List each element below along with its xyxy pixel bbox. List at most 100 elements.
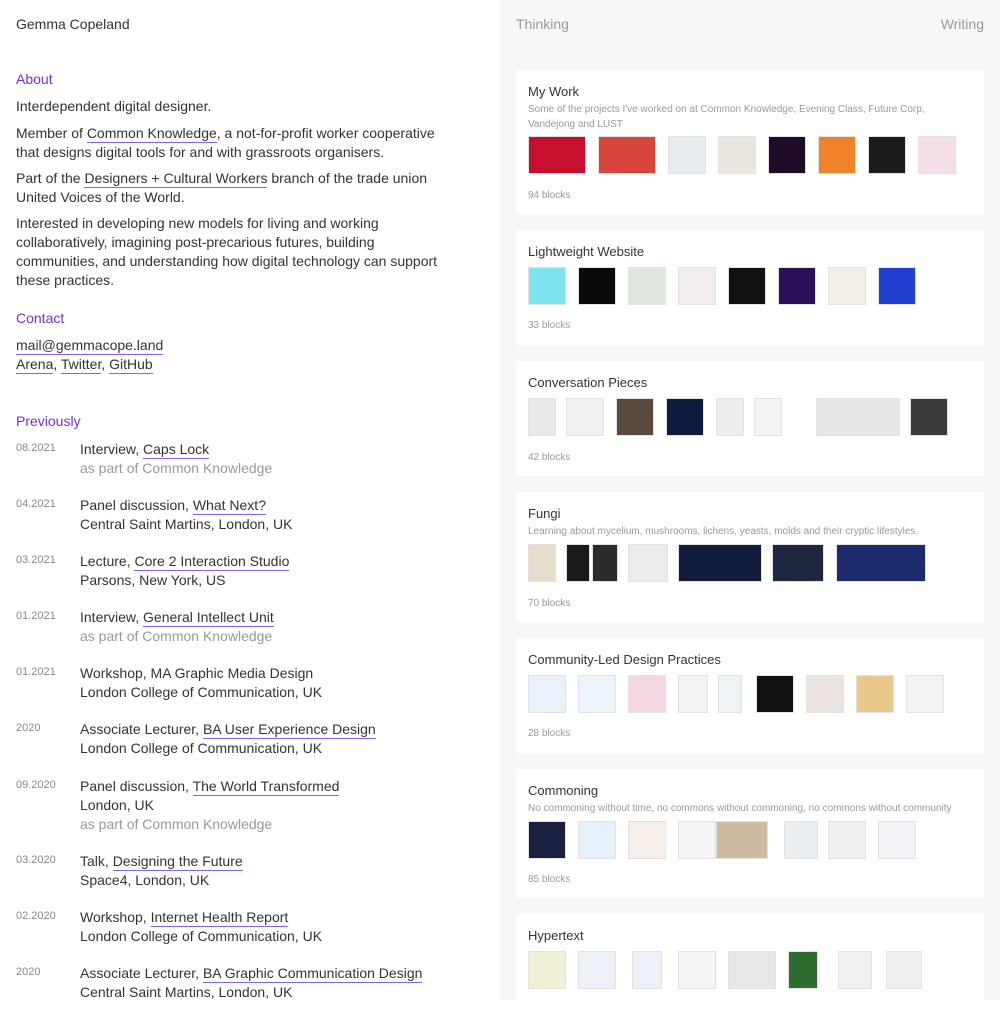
channel-title[interactable]: Commoning (528, 783, 598, 798)
block-thumbnail[interactable] (828, 267, 866, 305)
common-knowledge-link[interactable]: Common Knowledge (86, 125, 217, 143)
block-thumbnail[interactable] (678, 951, 716, 989)
block-count: 42 blocks (528, 452, 571, 463)
block-thumbnail[interactable] (778, 267, 816, 305)
block-thumbnail[interactable] (838, 951, 872, 989)
item-link[interactable]: Internet Health Report (150, 909, 289, 927)
item-link[interactable]: The World Transformed (192, 778, 340, 796)
channel-card-lightweight-website[interactable]: Lightweight Website 33 blocks (516, 230, 984, 345)
channel-title[interactable]: Community-Led Design Practices (528, 652, 721, 667)
block-thumbnail[interactable] (528, 821, 566, 859)
block-thumbnail[interactable] (788, 951, 818, 989)
email-link[interactable]: mail@gemmacope.land (16, 337, 164, 355)
block-thumbnail[interactable] (598, 136, 656, 174)
block-thumbnail[interactable] (528, 544, 556, 582)
block-thumbnail[interactable] (578, 267, 616, 305)
block-thumbnail[interactable] (528, 951, 566, 989)
item-link[interactable]: Caps Lock (143, 441, 210, 459)
block-thumbnail[interactable] (592, 544, 618, 582)
channel-title[interactable]: Hypertext (528, 928, 584, 943)
block-thumbnail[interactable] (718, 675, 742, 713)
item-type: Panel discussion, (80, 778, 189, 794)
block-thumbnail[interactable] (678, 267, 716, 305)
channel-card-fungi[interactable]: Fungi Learning about mycelium, mushrooms… (516, 492, 984, 622)
item-context: as part of Common Knowledge (80, 460, 273, 476)
block-thumbnail[interactable] (716, 398, 744, 436)
channel-card-hypertext[interactable]: Hypertext (516, 914, 984, 1014)
contact-social-line: Arena, Twitter, GitHub (16, 355, 153, 374)
previously-heading: Previously (16, 413, 81, 429)
block-thumbnail[interactable] (628, 544, 668, 582)
block-thumbnail[interactable] (528, 136, 586, 174)
block-thumbnail[interactable] (828, 821, 866, 859)
block-thumbnail[interactable] (666, 398, 704, 436)
channel-card-conversation-pieces[interactable]: Conversation Pieces 42 blocks (516, 361, 984, 476)
block-thumbnail[interactable] (784, 821, 818, 859)
block-thumbnail[interactable] (628, 821, 666, 859)
item-link[interactable]: BA User Experience Design (202, 721, 376, 739)
block-thumbnail[interactable] (678, 544, 762, 582)
block-thumbnail[interactable] (818, 136, 856, 174)
item-link[interactable]: Designing the Future (112, 853, 243, 871)
github-link[interactable]: GitHub (109, 356, 153, 374)
block-thumbnail[interactable] (806, 675, 844, 713)
block-thumbnail[interactable] (528, 398, 556, 436)
about-intro: Interdependent digital designer. (16, 98, 212, 114)
block-thumbnail[interactable] (886, 951, 922, 989)
twitter-link[interactable]: Twitter (60, 356, 102, 374)
block-thumbnail[interactable] (756, 675, 794, 713)
block-thumbnail[interactable] (918, 136, 956, 174)
item-link[interactable]: What Next? (192, 497, 266, 515)
block-thumbnail[interactable] (578, 675, 616, 713)
channel-card-community-led-design[interactable]: Community-Led Design Practices 28 blocks (516, 638, 984, 753)
block-thumbnail[interactable] (728, 951, 776, 989)
block-thumbnail[interactable] (868, 136, 906, 174)
block-thumbnail[interactable] (616, 398, 654, 436)
block-thumbnail[interactable] (678, 675, 708, 713)
item-link[interactable]: BA Graphic Communication Design (202, 965, 423, 983)
block-thumbnail[interactable] (528, 267, 566, 305)
block-thumbnail[interactable] (566, 398, 604, 436)
block-thumbnail[interactable] (668, 136, 706, 174)
channel-title[interactable]: Fungi (528, 506, 561, 521)
block-thumbnail[interactable] (878, 267, 916, 305)
channel-title[interactable]: My Work (528, 84, 579, 99)
channel-title[interactable]: Conversation Pieces (528, 375, 647, 390)
channel-description: Learning about mycelium, mushrooms, lich… (528, 526, 919, 537)
block-thumbnail[interactable] (878, 821, 916, 859)
block-thumbnail[interactable] (678, 821, 716, 859)
block-thumbnail[interactable] (578, 951, 616, 989)
block-thumbnail[interactable] (836, 544, 926, 582)
item-date: 09.2020 (16, 779, 56, 791)
block-thumbnail[interactable] (772, 544, 824, 582)
block-thumbnail[interactable] (754, 398, 782, 436)
item-link[interactable]: Core 2 Interaction Studio (134, 553, 290, 571)
block-thumbnail[interactable] (856, 675, 894, 713)
about-interests: Interested in developing new models for … (16, 215, 438, 288)
block-thumbnail[interactable] (566, 544, 590, 582)
block-thumbnail[interactable] (528, 675, 566, 713)
channel-title[interactable]: Lightweight Website (528, 244, 644, 259)
nav-writing[interactable]: Writing (941, 16, 984, 32)
item-type: Interview, (80, 609, 140, 625)
nav-thinking[interactable]: Thinking (516, 16, 569, 32)
site-name[interactable]: Gemma Copeland (16, 16, 130, 32)
block-thumbnail[interactable] (718, 136, 756, 174)
item-text: Workshop, MA Graphic Media Design London… (80, 664, 322, 702)
channel-card-my-work[interactable]: My Work Some of the projects I've worked… (516, 70, 984, 214)
block-thumbnail[interactable] (910, 398, 948, 436)
block-thumbnail[interactable] (632, 951, 662, 989)
block-thumbnail[interactable] (728, 267, 766, 305)
item-link[interactable]: General Intellect Unit (143, 609, 274, 627)
item-location: Parsons, New York, US (80, 572, 226, 588)
designers-cultural-workers-link[interactable]: Designers + Cultural Workers (84, 170, 268, 188)
block-thumbnail[interactable] (768, 136, 806, 174)
block-thumbnail[interactable] (578, 821, 616, 859)
arena-link[interactable]: Arena (16, 356, 54, 374)
block-thumbnail[interactable] (628, 675, 666, 713)
block-thumbnail[interactable] (906, 675, 944, 713)
block-thumbnail[interactable] (628, 267, 666, 305)
channel-card-commoning[interactable]: Commoning No commoning without time, no … (516, 769, 984, 898)
block-thumbnail[interactable] (716, 821, 768, 859)
block-thumbnail[interactable] (816, 398, 900, 436)
